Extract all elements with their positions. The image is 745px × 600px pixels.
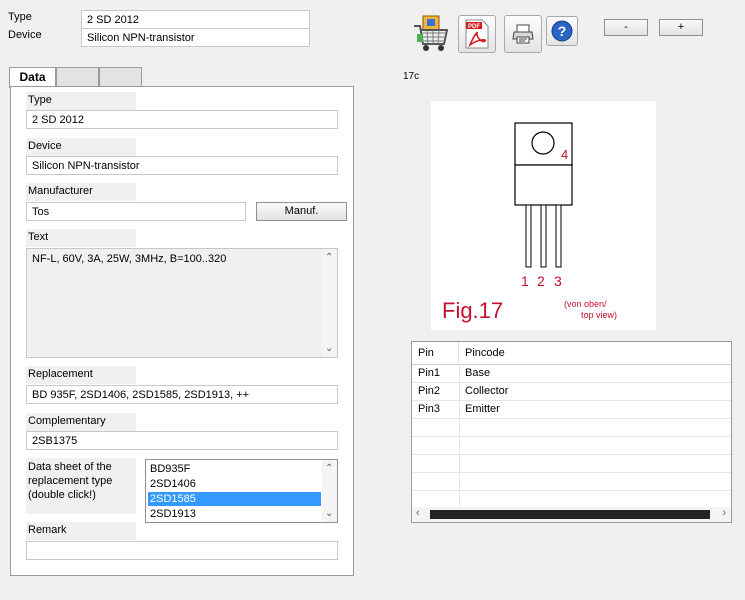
pin-number-2: 2 (537, 273, 545, 289)
pincode-cell: Base (465, 367, 491, 379)
view-note-line-1: (von oben/ (564, 299, 607, 309)
tab-data[interactable]: Data (9, 67, 56, 88)
replacement-label: Replacement (26, 366, 136, 384)
help-icon: ? (551, 20, 573, 42)
scroll-up-icon[interactable]: ⌃ (325, 463, 333, 474)
header-type-field[interactable]: 2 SD 2012 (81, 10, 310, 29)
scroll-down-icon[interactable]: ⌄ (325, 343, 333, 354)
svg-text:?: ? (558, 23, 567, 39)
complementary-field[interactable]: 2SB1375 (26, 431, 338, 450)
header-device-label: Device (8, 29, 42, 41)
header-device-field[interactable]: Silicon NPN-transistor (81, 28, 310, 47)
text-area[interactable]: NF-L, 60V, 3A, 25W, 3MHz, B=100..320 ⌃ ⌄ (26, 248, 338, 358)
printer-icon (512, 24, 534, 44)
shopping-cart-icon (414, 15, 449, 51)
remark-field[interactable] (26, 541, 338, 560)
pin-table-header: Pin Pincode (412, 342, 731, 365)
manufacturer-field[interactable]: Tos (26, 202, 246, 221)
pin-number-1: 1 (521, 273, 529, 289)
pincode-cell: Collector (465, 385, 509, 397)
datasheet-label: Data sheet of the replacement type (doub… (26, 458, 136, 514)
text-label: Text (26, 229, 136, 247)
tab-pin-number: 4 (561, 147, 568, 162)
pdf-button[interactable]: PDF (458, 15, 496, 53)
text-area-content: NF-L, 60V, 3A, 25W, 3MHz, B=100..320 (32, 253, 227, 265)
column-divider (459, 364, 460, 506)
pin-table-hscrollbar[interactable]: ‹ › (412, 507, 731, 522)
manufacturer-label: Manufacturer (26, 183, 136, 201)
tab-3[interactable] (99, 67, 142, 87)
tab-2[interactable] (56, 67, 99, 87)
pin-cell: Pin1 (418, 367, 441, 379)
help-button[interactable]: ? (546, 16, 578, 46)
pin-cell: Pin2 (418, 385, 441, 397)
column-header-pincode[interactable]: Pincode (459, 342, 731, 364)
datasheet-list[interactable]: BD935F 2SD1406 2SD1585 2SD1913 ⌃ ⌄ (145, 459, 338, 523)
remark-label: Remark (26, 522, 136, 540)
pincode-cell: Emitter (465, 403, 500, 415)
package-figure: 4 1 2 3 Fig.17 (von oben/ top view) (431, 101, 656, 330)
package-code: 17c (403, 71, 420, 82)
view-note-line-2: top view) (581, 310, 617, 320)
type-label: Type (26, 92, 136, 110)
shopping-cart-button[interactable] (411, 14, 451, 54)
transistor-package-drawing (514, 122, 573, 268)
print-button[interactable] (504, 15, 542, 53)
svg-text:PDF: PDF (468, 24, 480, 30)
scroll-up-icon[interactable]: ⌃ (325, 252, 333, 263)
pin-cell: Pin3 (418, 403, 441, 415)
text-scrollbar[interactable]: ⌃ ⌄ (322, 249, 337, 357)
device-field[interactable]: Silicon NPN-transistor (26, 156, 338, 175)
figure-label: Fig.17 (442, 298, 503, 323)
datasheet-list-item[interactable]: BD935F (148, 462, 321, 476)
column-header-pin[interactable]: Pin (412, 342, 459, 364)
datasheet-scrollbar[interactable]: ⌃ ⌄ (322, 460, 337, 522)
pin-table[interactable]: Pin Pincode Pin1 Base Pin2 Collector Pin3 Emi… (411, 341, 732, 523)
scroll-right-icon[interactable]: › (722, 507, 726, 519)
datasheet-list-item[interactable]: 2SD1406 (148, 477, 321, 491)
datasheet-list-item[interactable]: 2SD1585 (148, 492, 321, 506)
pin-number-3: 3 (554, 273, 562, 289)
type-field[interactable]: 2 SD 2012 (26, 110, 338, 129)
replacement-field[interactable]: BD 935F, 2SD1406, 2SD1585, 2SD1913, ++ (26, 385, 338, 404)
header-type-label: Type (8, 11, 32, 23)
minus-button[interactable]: - (604, 19, 648, 36)
device-label: Device (26, 138, 136, 156)
pdf-icon: PDF (465, 19, 489, 49)
manufacturer-button[interactable]: Manuf. (256, 202, 347, 221)
scroll-left-icon[interactable]: ‹ (416, 507, 420, 519)
plus-button[interactable]: + (659, 19, 703, 36)
scroll-thumb[interactable] (430, 510, 710, 519)
complementary-label: Complementary (26, 413, 136, 431)
datasheet-list-item[interactable]: 2SD1913 (148, 507, 321, 521)
scroll-down-icon[interactable]: ⌄ (325, 508, 333, 519)
